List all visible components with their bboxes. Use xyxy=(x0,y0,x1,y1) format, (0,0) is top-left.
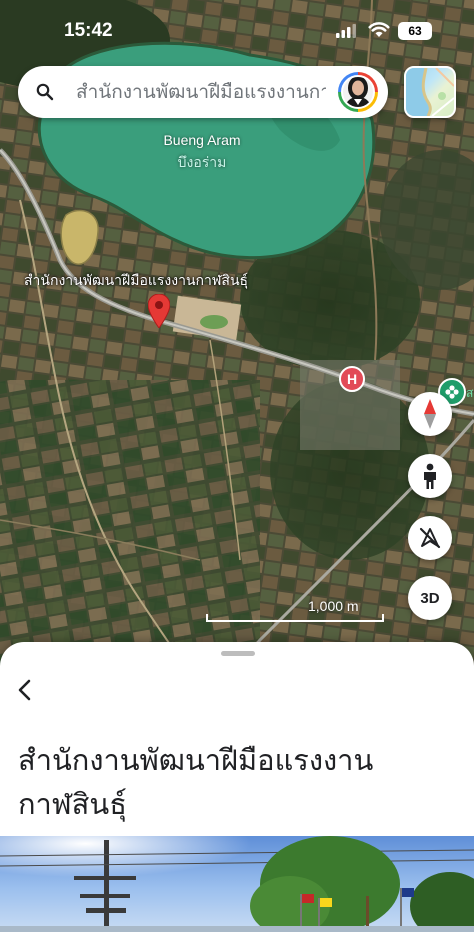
place-label[interactable]: สำนักงานพัฒนาฝีมือแรงงานกาฬสินธุ์ xyxy=(24,270,248,292)
map-layers-button[interactable] xyxy=(404,66,456,118)
scale-bar xyxy=(206,614,384,622)
place-details-sheet[interactable]: สำนักงานพัฒนาฝีมือแรงงานกาฬสินธุ์ xyxy=(0,642,474,932)
status-time: 15:42 xyxy=(64,20,113,41)
map-thumbnail-icon xyxy=(406,68,454,116)
hospital-marker-icon[interactable]: H xyxy=(339,366,365,392)
photo-image xyxy=(0,836,474,932)
lake-label-english: Bueng Aram xyxy=(163,132,241,148)
place-photo[interactable] xyxy=(0,836,474,932)
profile-photo xyxy=(345,77,371,107)
location-pin-icon[interactable] xyxy=(148,294,170,328)
status-bar: 15:42 63 xyxy=(0,0,474,60)
scale-label: 1,000 m xyxy=(308,598,359,614)
3d-button[interactable]: 3D xyxy=(408,576,452,620)
pegman-icon xyxy=(424,463,436,489)
avatar[interactable] xyxy=(338,72,378,112)
lake-label-thai: บึงอร่าม xyxy=(177,154,227,170)
compass-icon xyxy=(424,399,436,429)
search-icon xyxy=(36,83,54,101)
battery-icon: 63 xyxy=(398,22,432,40)
back-arrow-icon[interactable] xyxy=(12,676,40,704)
wifi-icon xyxy=(368,22,390,37)
search-input[interactable]: สำนักงานพัฒนาฝีมือแรงงานกาฬสินธุ์ xyxy=(76,77,326,107)
street-view-button[interactable] xyxy=(408,454,452,498)
cellular-signal-icon xyxy=(336,24,356,38)
search-bar[interactable]: สำนักงานพัฒนาฝีมือแรงงานกาฬสินธุ์ xyxy=(18,66,388,118)
place-title: สำนักงานพัฒนาฝีมือแรงงานกาฬสินธุ์ xyxy=(18,743,374,821)
map-view[interactable]: Bueng Aram บึงอร่าม สำนักงานพัฒนาฝีมือแร… xyxy=(0,0,474,680)
navigation-button[interactable] xyxy=(408,516,452,560)
poi-label: ส xyxy=(466,386,474,400)
flower-icon xyxy=(445,385,459,399)
navigation-off-icon xyxy=(419,527,441,549)
compass-button[interactable] xyxy=(408,392,452,436)
sheet-drag-handle[interactable] xyxy=(221,651,255,656)
